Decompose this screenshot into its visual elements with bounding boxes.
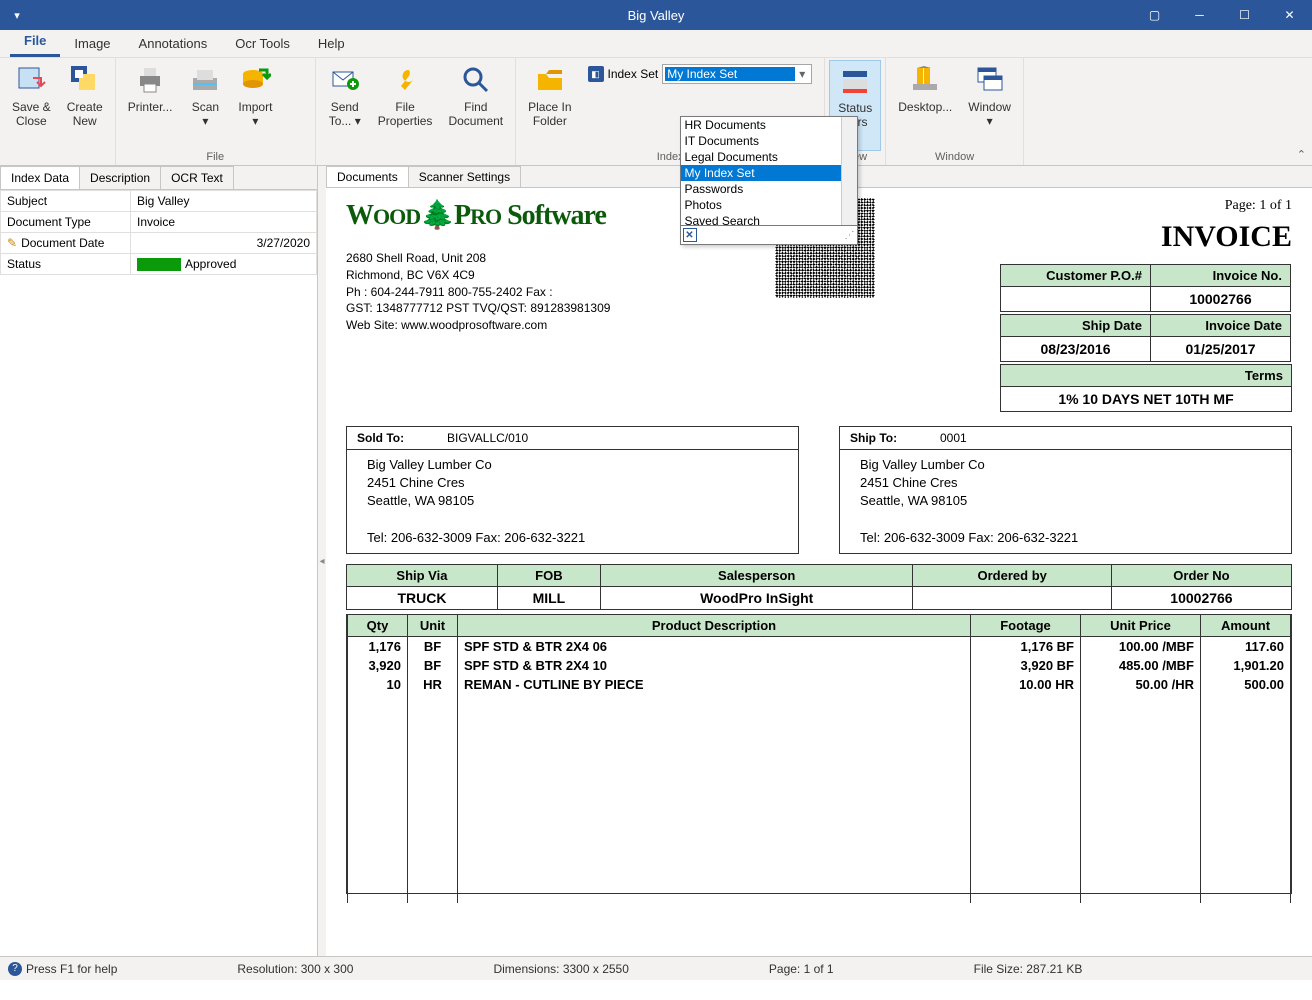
send-to-icon <box>329 64 361 96</box>
create-new-button[interactable]: CreateNew <box>59 60 111 163</box>
desktop-button[interactable]: Desktop... <box>890 60 960 151</box>
scanner-icon <box>189 64 221 96</box>
close-icon[interactable]: ✕ <box>1267 0 1312 30</box>
ribbon: Save &Close CreateNew Printer... Scan▾ I… <box>0 58 1312 166</box>
tab-index-data[interactable]: Index Data <box>0 166 80 189</box>
tab-ocr-text[interactable]: OCR Text <box>160 166 234 189</box>
title-bar: ▾ Big Valley ▢ ─ ☐ ✕ <box>0 0 1312 30</box>
quick-access-dropdown-icon[interactable]: ▾ <box>8 6 26 24</box>
dropdown-option[interactable]: Legal Documents <box>681 149 857 165</box>
company-address: 2680 Shell Road, Unit 208 Richmond, BC V… <box>346 250 610 334</box>
window-icon <box>974 64 1006 96</box>
find-document-button[interactable]: FindDocument <box>440 60 511 163</box>
tab-file[interactable]: File <box>10 27 60 57</box>
tab-documents[interactable]: Documents <box>326 166 409 187</box>
dropdown-option[interactable]: HR Documents <box>681 117 857 133</box>
line-items-table: QtyUnitProduct DescriptionFootageUnit Pr… <box>346 614 1292 894</box>
index-grid: SubjectBig Valley Document TypeInvoice ✎… <box>0 190 317 275</box>
field-value[interactable]: Invoice <box>131 212 317 233</box>
printer-icon <box>134 64 166 96</box>
status-dimensions: Dimensions: 3300 x 2550 <box>493 962 628 976</box>
scan-button[interactable]: Scan▾ <box>180 60 230 151</box>
window-button[interactable]: Window▾ <box>960 60 1019 151</box>
index-set-combo[interactable]: My Index Set ▾ <box>662 64 812 84</box>
dropdown-option[interactable]: IT Documents <box>681 133 857 149</box>
sold-to-box: Sold To:BIGVALLC/010 Big Valley Lumber C… <box>346 426 799 554</box>
index-set-dropdown: HR Documents IT Documents Legal Document… <box>680 116 858 245</box>
dropdown-option-selected[interactable]: My Index Set <box>681 165 857 181</box>
tab-ocr-tools[interactable]: Ocr Tools <box>221 30 304 57</box>
tab-image[interactable]: Image <box>60 30 124 57</box>
chevron-down-icon: ▾ <box>795 67 809 81</box>
import-icon <box>239 64 271 96</box>
status-page: Page: 1 of 1 <box>769 962 834 976</box>
index-set-label: Index Set <box>608 67 659 81</box>
place-in-folder-button[interactable]: Place InFolder <box>520 60 579 151</box>
window-title: Big Valley <box>628 8 685 23</box>
folder-icon <box>534 64 566 96</box>
field-label: Subject <box>1 191 131 212</box>
field-value[interactable]: Big Valley <box>131 191 317 212</box>
field-value[interactable]: 3/27/2020 <box>131 233 317 254</box>
save-new-icon <box>69 64 101 96</box>
search-icon <box>460 64 492 96</box>
document-viewer: WOOD🌲PRO Software 2680 Shell Road, Unit … <box>326 188 1312 956</box>
status-filesize: File Size: 287.21 KB <box>974 962 1083 976</box>
wrench-icon <box>389 64 421 96</box>
dropdown-option[interactable]: Saved Search <box>681 213 857 225</box>
tab-description[interactable]: Description <box>79 166 161 189</box>
tab-scanner-settings[interactable]: Scanner Settings <box>408 166 521 187</box>
pencil-icon: ✎ <box>7 236 17 250</box>
ribbon-group-file: File <box>120 151 311 165</box>
desktop-icon <box>909 64 941 96</box>
field-label: ✎Document Date <box>1 233 131 254</box>
help-icon[interactable]: ? <box>8 962 22 976</box>
maximize-icon[interactable]: ☐ <box>1222 0 1267 30</box>
minimize-icon[interactable]: ─ <box>1177 0 1222 30</box>
ship-to-box: Ship To:0001 Big Valley Lumber Co2451 Ch… <box>839 426 1292 554</box>
tab-help[interactable]: Help <box>304 30 359 57</box>
company-logo: WOOD🌲PRO Software <box>346 198 610 232</box>
tab-annotations[interactable]: Annotations <box>125 30 222 57</box>
index-set-icon: ◧ <box>588 66 604 82</box>
status-color-swatch <box>137 258 181 271</box>
ribbon-group-window: Window <box>890 151 1019 165</box>
field-label: Document Type <box>1 212 131 233</box>
dropdown-clear-icon[interactable]: ✕ <box>683 228 697 242</box>
import-button[interactable]: Import▾ <box>230 60 280 151</box>
menu-bar: File Image Annotations Ocr Tools Help <box>0 30 1312 58</box>
status-help: Press F1 for help <box>26 962 117 976</box>
status-resolution: Resolution: 300 x 300 <box>237 962 353 976</box>
send-to-button[interactable]: SendTo... ▾ <box>320 60 370 163</box>
save-close-button[interactable]: Save &Close <box>4 60 59 163</box>
order-header-table: Ship ViaFOBSalespersonOrdered byOrder No… <box>346 564 1292 610</box>
dropdown-option[interactable]: Passwords <box>681 181 857 197</box>
resize-grip-icon[interactable]: ⋰ <box>845 230 855 241</box>
index-panel: Index Data Description OCR Text SubjectB… <box>0 166 318 956</box>
status-bar: ? Press F1 for help Resolution: 300 x 300… <box>0 956 1312 980</box>
invoice-title: INVOICE <box>1000 220 1292 254</box>
printer-button[interactable]: Printer... <box>120 60 181 151</box>
status-bars-icon <box>839 65 871 97</box>
page-indicator: Page: 1 of 1 <box>1000 198 1292 214</box>
field-label: Status <box>1 254 131 275</box>
dropdown-option[interactable]: Photos <box>681 197 857 213</box>
save-close-icon <box>15 64 47 96</box>
file-properties-button[interactable]: FileProperties <box>370 60 441 163</box>
field-value[interactable]: Approved <box>131 254 317 275</box>
splitter[interactable]: ◂ <box>318 166 326 956</box>
ribbon-collapse-icon[interactable]: ⌃ <box>1297 148 1306 161</box>
ribbon-display-icon[interactable]: ▢ <box>1132 0 1177 30</box>
dropdown-scrollbar[interactable] <box>841 117 857 225</box>
